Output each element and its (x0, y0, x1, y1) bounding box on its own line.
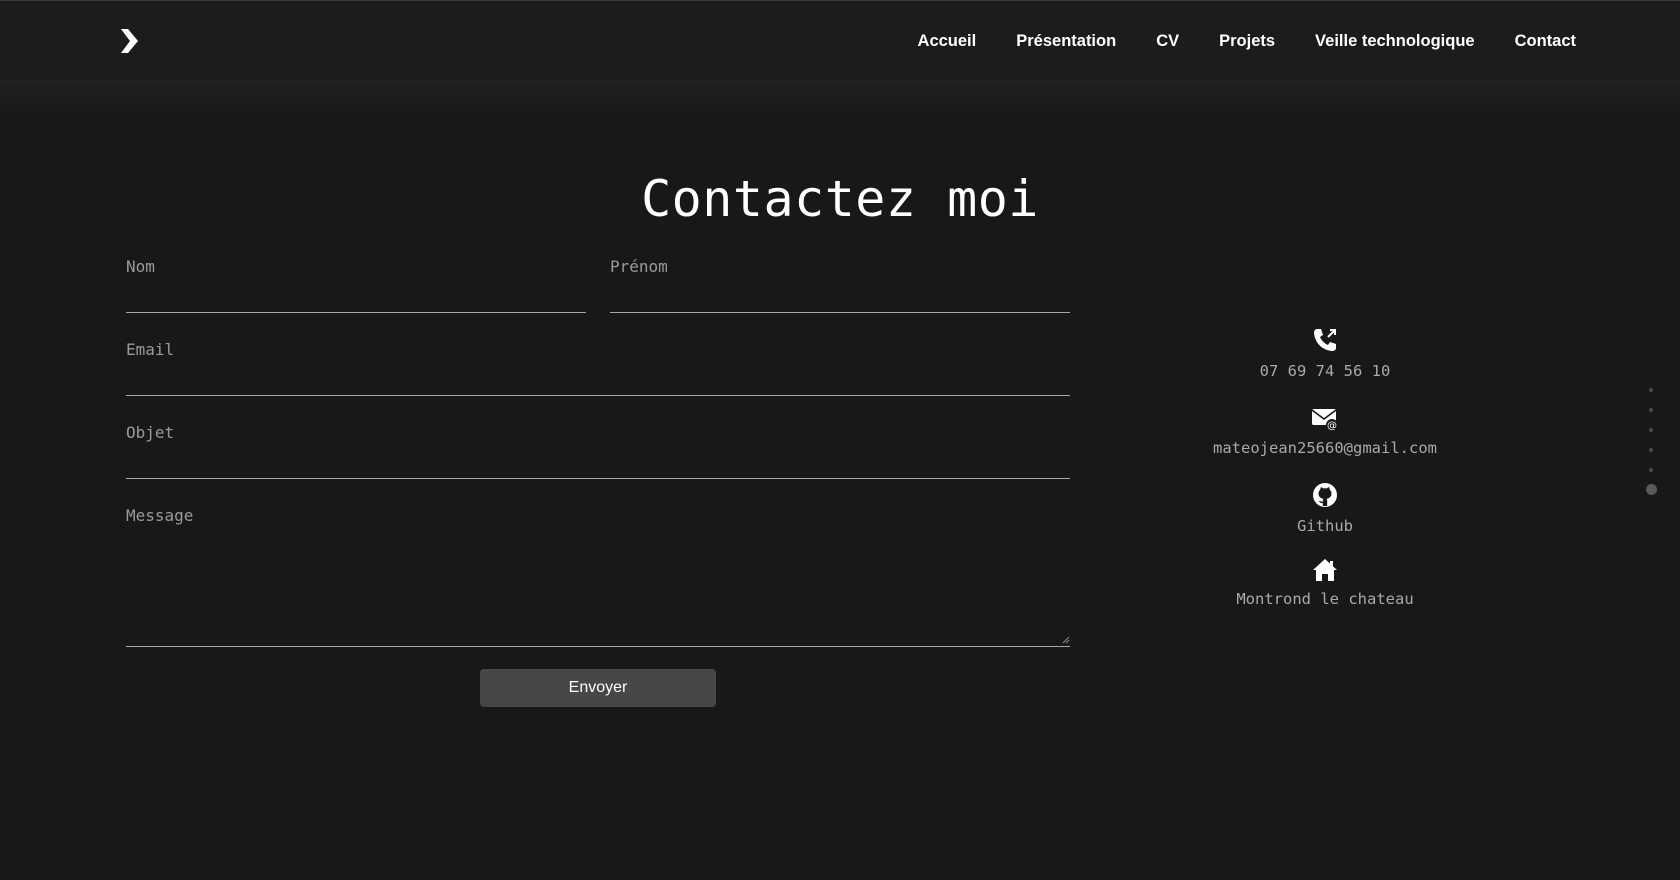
section-dot[interactable] (1649, 408, 1653, 412)
nom-input[interactable] (126, 286, 590, 312)
page-title: Contactez moi (641, 170, 1039, 228)
home-icon (1313, 559, 1337, 581)
nav-projets[interactable]: Projets (1219, 32, 1275, 51)
phone-info: 07 69 74 56 10 (1150, 326, 1500, 380)
github-text[interactable]: Github (1150, 517, 1500, 535)
prenom-field[interactable]: Prénom (610, 257, 1074, 313)
prenom-label: Prénom (610, 257, 668, 276)
nav-accueil[interactable]: Accueil (918, 32, 977, 51)
message-textarea[interactable] (126, 532, 1074, 646)
nom-field[interactable]: Nom (126, 257, 590, 313)
prenom-input[interactable] (610, 286, 1074, 312)
nav-contact[interactable]: Contact (1515, 32, 1576, 51)
objet-input[interactable] (126, 452, 1074, 478)
github-icon[interactable] (1311, 481, 1339, 509)
email-info: @ mateojean25660@gmail.com (1150, 407, 1500, 457)
main-nav: Accueil Présentation CV Projets Veille t… (878, 1, 1576, 81)
nom-label: Nom (126, 257, 155, 276)
phone-icon (1314, 329, 1336, 351)
chevron-right-icon[interactable] (118, 27, 142, 55)
nav-cv[interactable]: CV (1156, 32, 1179, 51)
objet-field[interactable]: Objet (126, 423, 1074, 479)
section-dot[interactable] (1649, 388, 1653, 392)
message-label: Message (126, 506, 194, 525)
title-container: Contactez moi (640, 170, 1040, 228)
email-field[interactable]: Email (126, 340, 1074, 396)
message-field[interactable]: Message (126, 506, 1074, 647)
nav-veille[interactable]: Veille technologique (1315, 32, 1475, 51)
section-dot-active[interactable] (1646, 484, 1657, 495)
email-label: Email (126, 340, 175, 359)
email-text[interactable]: mateojean25660@gmail.com (1150, 439, 1500, 457)
section-dot[interactable] (1649, 448, 1653, 452)
email-input[interactable] (126, 369, 1074, 395)
nav-presentation[interactable]: Présentation (1016, 32, 1116, 51)
objet-label: Objet (126, 423, 175, 442)
location-text: Montrond le chateau (1236, 590, 1414, 608)
location-info: Montrond le chateau (1150, 558, 1500, 608)
section-dot[interactable] (1649, 428, 1653, 432)
site-header: Accueil Présentation CV Projets Veille t… (0, 1, 1680, 80)
mail-icon: @ (1311, 409, 1338, 432)
header-shadow (0, 80, 1680, 114)
phone-text: 07 69 74 56 10 (1259, 362, 1391, 380)
github-info: Github (1150, 481, 1500, 535)
svg-text:@: @ (1327, 421, 1337, 432)
resize-handle-icon[interactable] (1062, 636, 1070, 644)
section-dot[interactable] (1649, 468, 1653, 472)
envoyer-button[interactable]: Envoyer (480, 669, 716, 707)
